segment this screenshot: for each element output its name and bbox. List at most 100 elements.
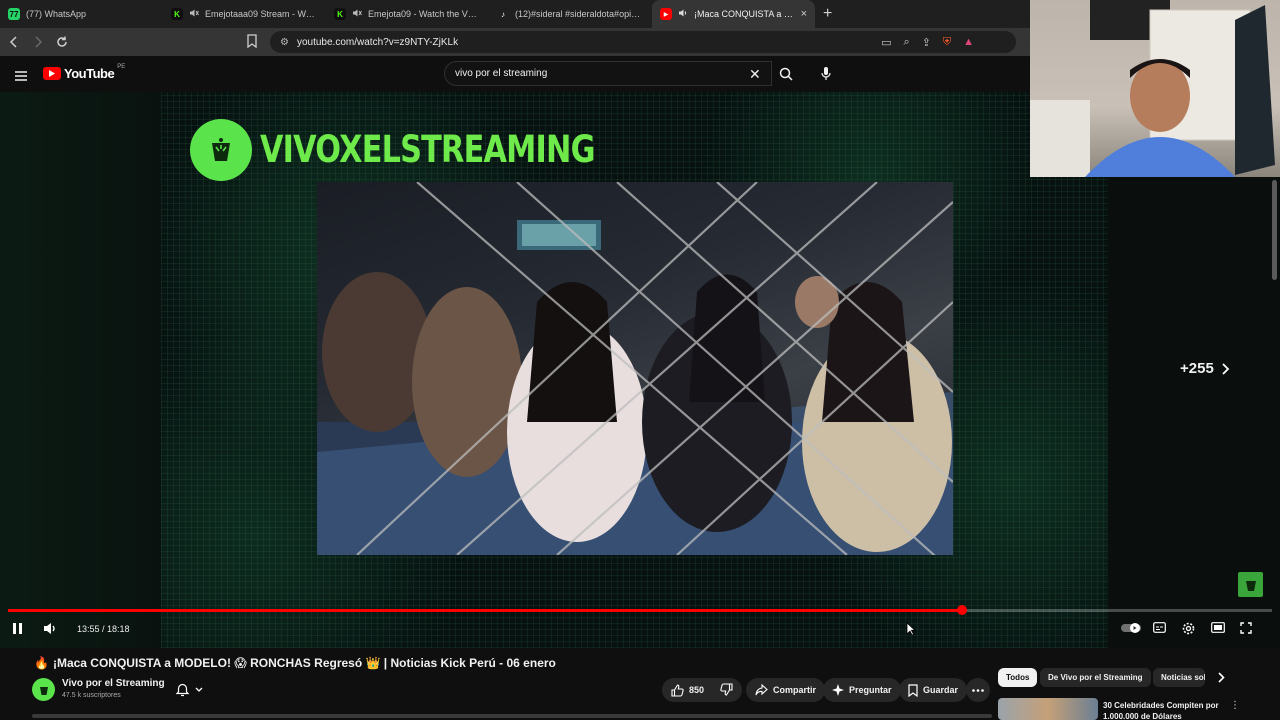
search-input[interactable]: vivo por el streaming [444, 61, 772, 86]
tab-label: (77) WhatsApp [26, 9, 87, 19]
brave-shield-icon[interactable]: ⛨ [943, 36, 951, 49]
tab-label: (12)#sideral #sideraldota#opinion#z [515, 9, 644, 19]
channel-brand-name: VIVOXELSTREAMING [260, 128, 595, 171]
channel-name[interactable]: Vivo por el Streaming [62, 678, 165, 689]
kick-icon: K [334, 8, 346, 20]
bookmark-icon[interactable] [246, 34, 258, 53]
search-query: vivo por el streaming [455, 68, 548, 79]
browser-tab-kick-vod[interactable]: K Emejota09 - Watch the VOD on K [326, 0, 489, 28]
menu-icon[interactable] [15, 68, 27, 86]
share-label: Compartir [773, 685, 817, 695]
microphone-icon [820, 67, 831, 80]
youtube-masthead: YouTube PE vivo por el streaming ✕ [0, 56, 1030, 92]
tab-label: Emejota09 - Watch the VOD on K [368, 9, 481, 19]
channel-watermark-icon[interactable] [1238, 572, 1263, 597]
tiktok-icon: ♪ [497, 8, 509, 20]
like-button[interactable]: 850 [671, 683, 705, 697]
dislike-button[interactable] [720, 682, 733, 698]
volume-button[interactable] [43, 622, 57, 635]
plant-pot-icon [212, 138, 230, 161]
recommended-video-thumbnail[interactable] [998, 698, 1098, 720]
clear-search-icon[interactable]: ✕ [749, 66, 761, 83]
chip-todos[interactable]: Todos [998, 668, 1038, 687]
like-dislike-group: 850 [662, 678, 742, 702]
browser-tab-kick-stream[interactable]: K Emejotaaa09 Stream - Watch Live [163, 0, 326, 28]
notification-bell-button[interactable] [168, 678, 216, 702]
url-text: youtube.com/watch?v=z9NTY-ZjKLk [296, 36, 459, 48]
chip-news[interactable]: Noticias sobre [1153, 668, 1205, 687]
country-code: PE [117, 64, 126, 70]
youtube-wordmark: YouTube [64, 66, 115, 81]
sparkle-icon [832, 684, 844, 696]
ask-label: Preguntar [849, 685, 892, 695]
channel-avatar[interactable] [32, 678, 55, 701]
progress-bar[interactable] [8, 605, 1272, 615]
more-vertical-icon[interactable]: ⋮ [1230, 700, 1240, 711]
tab-label: ¡Maca CONQUISTA a MODE [694, 9, 795, 19]
chevron-right-icon[interactable] [1218, 670, 1225, 688]
subscriber-count: 47.5 k suscriptores [62, 692, 121, 699]
crowd-scene [317, 182, 953, 555]
share-button[interactable]: Compartir [746, 678, 826, 702]
mouse-cursor-icon [906, 622, 917, 641]
muted-icon [189, 8, 199, 20]
subtitles-icon[interactable] [1153, 622, 1166, 633]
zoom-icon[interactable]: ⌕ [903, 36, 909, 49]
recommended-video-title[interactable]: 30 Celebridades Compiten por 1.000.000 d… [1103, 700, 1223, 720]
progress-played [8, 609, 963, 612]
pause-icon [13, 623, 22, 634]
back-button[interactable] [4, 32, 24, 52]
browser-toolbar: ⚙ youtube.com/watch?v=z9NTY-ZjKLk ▭ ⌕ ⇪ … [0, 28, 1030, 56]
whatsapp-icon: 77 [8, 8, 20, 20]
autoplay-toggle[interactable] [1120, 622, 1142, 634]
youtube-icon: ▶ [660, 8, 672, 20]
more-videos-counter[interactable]: +255 [1180, 360, 1230, 377]
search-button[interactable] [772, 61, 800, 86]
browser-tab-whatsapp[interactable]: 77 (77) WhatsApp [0, 0, 163, 28]
voice-search-button[interactable] [813, 61, 838, 86]
chevron-right-icon [1222, 362, 1230, 375]
chip-from-channel[interactable]: De Vivo por el Streaming [1040, 668, 1151, 687]
page-scrollbar[interactable] [1272, 180, 1277, 280]
reload-button[interactable] [52, 32, 72, 52]
address-bar[interactable]: ⚙ youtube.com/watch?v=z9NTY-ZjKLk ▭ ⌕ ⇪ … [270, 31, 1016, 53]
streamer-webcam [1030, 0, 1280, 177]
browser-tab-youtube-active[interactable]: ▶ ¡Maca CONQUISTA a MODE × [652, 0, 815, 28]
kick-icon: K [171, 8, 183, 20]
settings-gear-icon[interactable] [1182, 622, 1195, 635]
theater-mode-icon[interactable] [1211, 622, 1225, 633]
player-left-pillarbox [0, 92, 161, 648]
ask-button[interactable]: Preguntar [823, 678, 901, 702]
muted-icon [352, 8, 362, 20]
time-display: 13:55 / 18:18 [77, 624, 130, 634]
horizontal-scrollbar[interactable] [32, 714, 992, 718]
video-details: 🔥 ¡Maca CONQUISTA a MODELO! 😱 RONCHAS Re… [0, 648, 1280, 720]
pause-button[interactable] [12, 622, 24, 635]
new-tab-button[interactable]: + [815, 5, 840, 23]
fire-emoji-icon: 🔥 [34, 656, 49, 670]
tab-close-icon[interactable]: × [801, 8, 807, 20]
save-button[interactable]: Guardar [899, 678, 968, 702]
channel-brand-logo [190, 119, 252, 181]
bell-icon [176, 683, 189, 697]
more-actions-button[interactable] [966, 678, 990, 702]
video-title-text: ¡Maca CONQUISTA a MODELO! 😱 RONCHAS Regr… [52, 656, 556, 670]
thumbs-up-icon [671, 683, 684, 697]
site-info-icon[interactable]: ⚙ [280, 37, 289, 48]
brave-rewards-icon[interactable]: ▲ [963, 36, 974, 48]
audio-playing-icon[interactable] [678, 8, 688, 20]
browser-tab-strip: 77 (77) WhatsApp K Emejotaaa09 Stream - … [0, 0, 1030, 28]
like-count: 850 [689, 685, 705, 695]
share-icon[interactable]: ⇪ [922, 36, 931, 49]
video-clip-frame [317, 182, 953, 555]
extension-icons: ▭ ⌕ ⇪ ⛨ ▲ [881, 31, 974, 53]
fullscreen-icon[interactable] [1240, 622, 1252, 634]
chevron-down-icon [195, 687, 203, 692]
forward-button[interactable] [28, 32, 48, 52]
bookmark-save-icon [908, 683, 918, 697]
youtube-logo[interactable]: YouTube PE [43, 64, 126, 81]
share-arrow-icon [755, 684, 768, 696]
cast-icon[interactable]: ▭ [881, 36, 891, 49]
browser-tab-tiktok[interactable]: ♪ (12)#sideral #sideraldota#opinion#z [489, 0, 652, 28]
thumbs-down-icon [720, 682, 733, 696]
